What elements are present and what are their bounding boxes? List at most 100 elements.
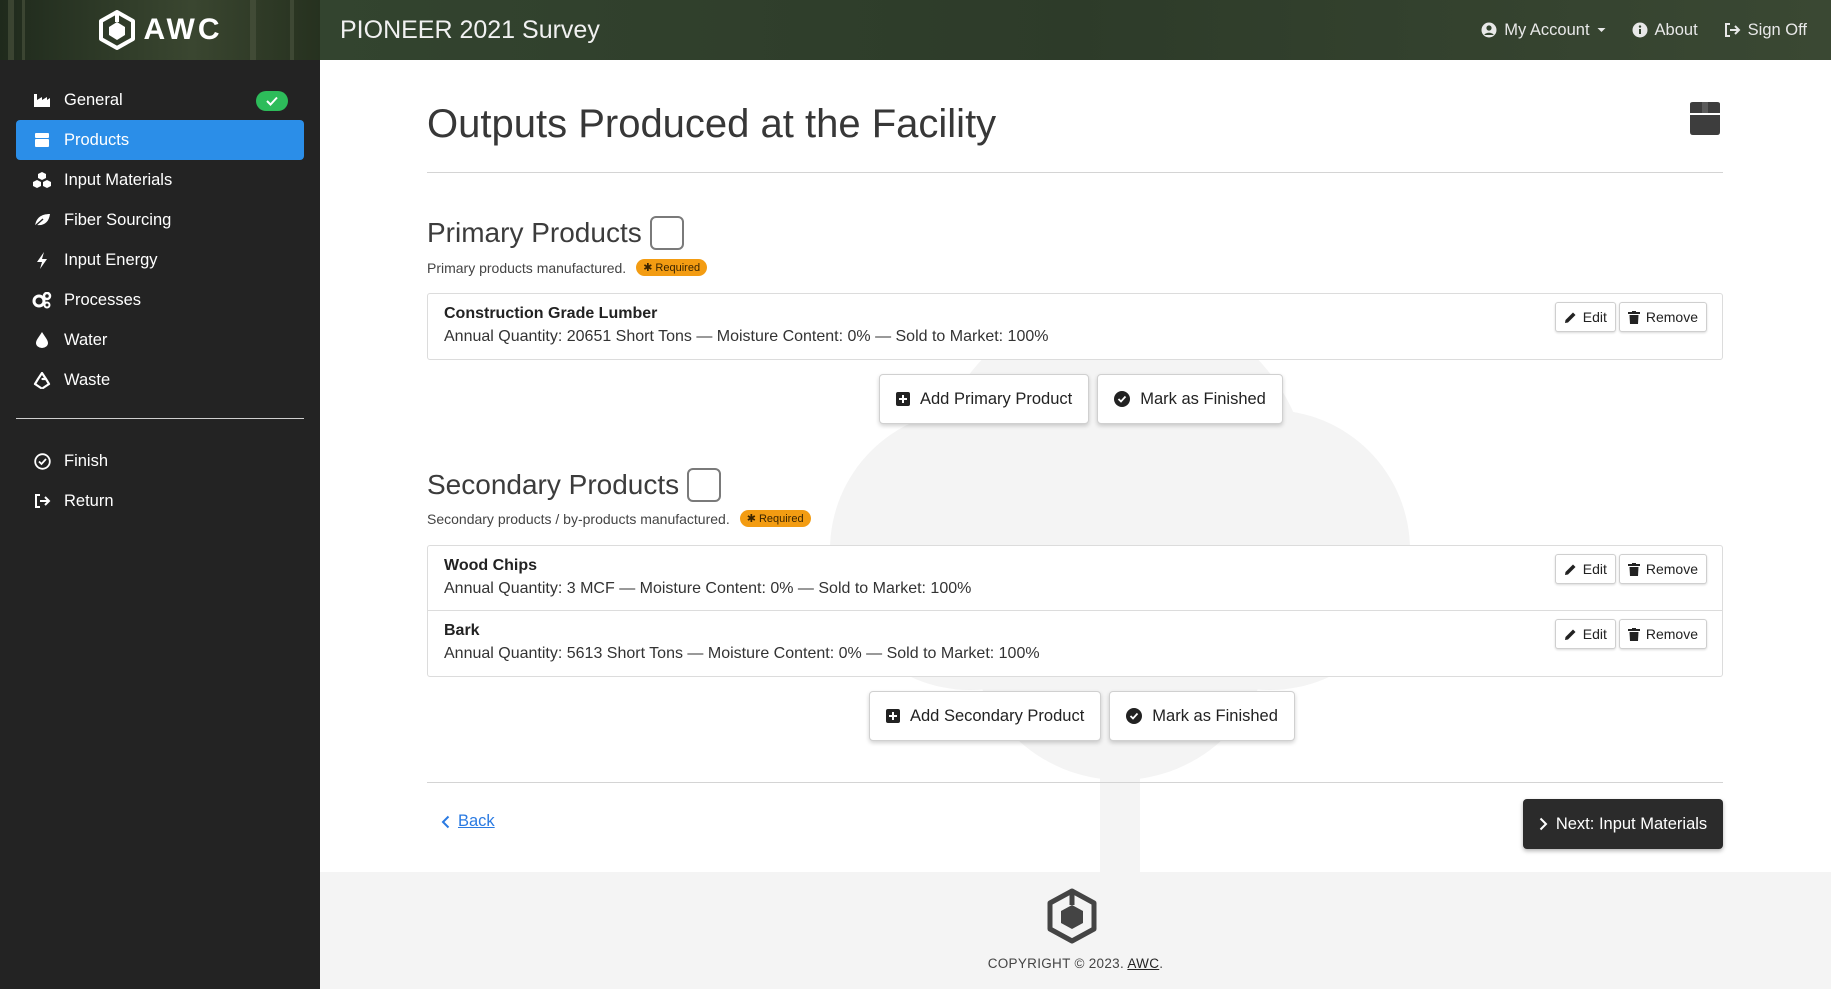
list-item: Bark Annual Quantity: 5613 Short Tons — … (428, 611, 1722, 676)
box-icon (32, 130, 52, 150)
pencil-icon (1564, 628, 1577, 641)
my-account-menu[interactable]: My Account (1481, 21, 1606, 40)
secondary-products-title: Secondary Products (427, 469, 680, 500)
cubes-icon (32, 170, 52, 190)
product-detail: Annual Quantity: 20651 Short Tons — Mois… (444, 328, 1049, 345)
pencil-icon (1564, 311, 1577, 324)
user-circle-icon (1481, 22, 1497, 38)
plus-square-icon (886, 709, 900, 723)
remove-label: Remove (1645, 561, 1698, 577)
sidebar-item-return[interactable]: Return (16, 481, 304, 521)
sidebar-item-general[interactable]: General (16, 80, 304, 120)
required-badge: ✱ Required (636, 259, 708, 276)
remove-button[interactable]: Remove (1618, 302, 1707, 332)
sidebar-item-label: Fiber Sourcing (64, 210, 172, 229)
edit-label: Edit (1582, 561, 1607, 577)
secondary-products-heading: Secondary Products (427, 468, 722, 502)
app-title: PIONEER 2021 Survey (340, 15, 600, 44)
leaf-icon (32, 210, 52, 230)
sidebar-item-label: Finish (64, 451, 109, 470)
sidebar-item-processes[interactable]: Processes (16, 280, 304, 320)
bolt-icon (32, 250, 52, 270)
sidebar-item-water[interactable]: Water (16, 320, 304, 360)
edit-button[interactable]: Edit (1554, 302, 1616, 332)
chevron-left-icon (441, 815, 450, 829)
mark-secondary-finished-button[interactable]: Mark as Finished (1109, 691, 1295, 741)
primary-actions: Add Primary Product Mark as Finished (879, 374, 1283, 424)
edit-button[interactable]: Edit (1554, 554, 1616, 584)
secondary-actions: Add Secondary Product Mark as Finished (869, 691, 1295, 741)
sidebar-item-input-energy[interactable]: Input Energy (16, 240, 304, 280)
sidebar-item-products[interactable]: Products (16, 120, 304, 160)
droplet-icon (32, 330, 52, 350)
primary-products-description: Primary products manufactured. ✱ Required (427, 259, 708, 276)
secondary-desc-text: Secondary products / by-products manufac… (427, 510, 730, 527)
check-circle-icon (1126, 708, 1143, 724)
trash-icon (1627, 627, 1640, 641)
footer-divider (427, 782, 1723, 783)
cogs-icon (32, 290, 52, 310)
product-detail: Annual Quantity: 5613 Short Tons — Moist… (444, 645, 1040, 662)
required-label: Required (758, 512, 804, 525)
add-primary-product-button[interactable]: Add Primary Product (879, 374, 1090, 424)
sidebar-item-fiber-sourcing[interactable]: Fiber Sourcing (16, 200, 304, 240)
sidebar-item-label: Processes (64, 290, 142, 309)
trash-icon (1627, 310, 1640, 324)
secondary-products-checkbox[interactable] (687, 468, 722, 502)
footer: COPYRIGHT © 2023. AWC. (320, 872, 1831, 989)
main-content: Outputs Produced at the Facility Primary… (320, 60, 1831, 872)
sidebar-item-input-materials[interactable]: Input Materials (16, 160, 304, 200)
sign-out-icon (32, 491, 52, 511)
primary-products-checkbox[interactable] (649, 216, 684, 250)
sidebar-item-label: Water (64, 330, 108, 349)
pencil-icon (1564, 563, 1577, 576)
sidebar-item-waste[interactable]: Waste (16, 360, 304, 400)
back-link[interactable]: Back (441, 812, 495, 831)
about-link[interactable]: About (1632, 21, 1698, 40)
row-actions: Edit Remove (1554, 619, 1707, 649)
product-name: Wood Chips (444, 557, 538, 574)
asterisk-icon: ✱ (643, 262, 653, 274)
sidebar-item-label: Input Materials (64, 170, 173, 189)
secondary-products-list: Wood Chips Annual Quantity: 3 MCF — Mois… (427, 545, 1723, 677)
row-actions: Edit Remove (1554, 302, 1707, 332)
required-badge: ✱ Required (739, 510, 811, 527)
list-item: Wood Chips Annual Quantity: 3 MCF — Mois… (428, 546, 1722, 611)
info-circle-icon (1632, 22, 1648, 38)
edit-button[interactable]: Edit (1554, 619, 1616, 649)
back-label: Back (458, 812, 495, 830)
mark-primary-finished-button[interactable]: Mark as Finished (1097, 374, 1283, 424)
next-button[interactable]: Next: Input Materials (1523, 799, 1723, 849)
remove-label: Remove (1645, 626, 1698, 642)
awc-footer-link[interactable]: AWC (1127, 956, 1159, 971)
edit-label: Edit (1582, 309, 1607, 325)
top-links: My Account About Sign Off (1481, 21, 1807, 40)
copyright: COPYRIGHT © 2023. AWC. (320, 956, 1831, 971)
add-secondary-product-button[interactable]: Add Secondary Product (869, 691, 1102, 741)
title-divider (427, 172, 1723, 173)
required-label: Required (655, 261, 701, 274)
row-actions: Edit Remove (1554, 554, 1707, 584)
primary-products-title: Primary Products (427, 217, 642, 248)
sign-off-link[interactable]: Sign Off (1724, 21, 1807, 40)
awc-logo[interactable]: AWC (98, 10, 223, 50)
industry-icon (32, 90, 52, 110)
mark-finished-label: Mark as Finished (1140, 389, 1266, 408)
remove-button[interactable]: Remove (1618, 619, 1707, 649)
edit-label: Edit (1582, 626, 1607, 642)
sidebar-item-label: Products (64, 130, 130, 149)
check-circle-icon (32, 451, 52, 471)
primary-products-list: Construction Grade Lumber Annual Quantit… (427, 293, 1723, 360)
sidebar-item-label: Waste (64, 370, 111, 389)
sidebar-item-label: General (64, 90, 123, 109)
sidebar-item-finish[interactable]: Finish (16, 441, 304, 481)
check-circle-icon (1114, 391, 1131, 407)
awc-logo-icon (98, 10, 136, 50)
sidebar-divider (16, 418, 304, 419)
sidebar-item-label: Input Energy (64, 250, 158, 269)
remove-button[interactable]: Remove (1618, 554, 1707, 584)
list-item: Construction Grade Lumber Annual Quantit… (428, 294, 1722, 359)
add-primary-label: Add Primary Product (920, 389, 1073, 408)
product-name: Construction Grade Lumber (444, 305, 658, 322)
awc-footer-logo-icon (1045, 888, 1099, 944)
